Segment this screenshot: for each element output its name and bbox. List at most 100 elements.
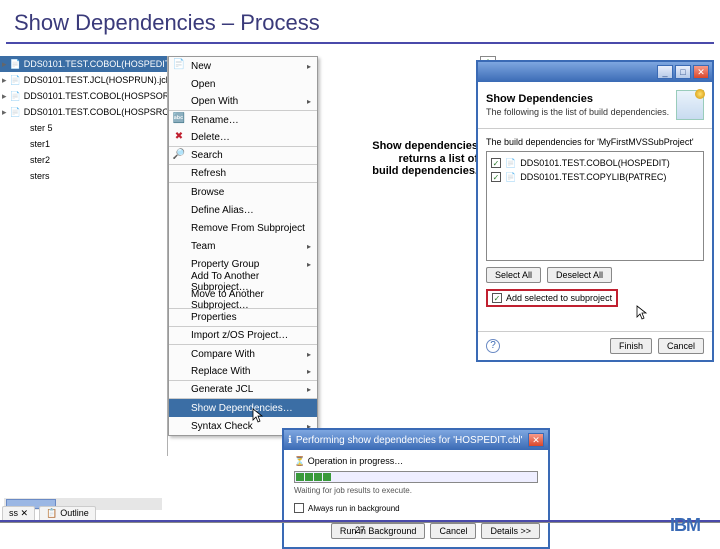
- help-button[interactable]: ?: [486, 339, 500, 353]
- menu-item-label: Team: [191, 241, 215, 252]
- navigator-item[interactable]: ▸📄DDS0101.TEST.COBOL(HOSPSRCH).cbl: [0, 104, 167, 120]
- dependency-item[interactable]: ✓ 📄 DDS0101.TEST.COPYLIB(PATREC): [491, 170, 699, 184]
- file-icon: 📄: [505, 172, 516, 183]
- menu-item[interactable]: 🔎Search: [169, 147, 317, 165]
- menu-item-label: Import z/OS Project…: [191, 330, 288, 341]
- page-number: 27: [355, 525, 365, 535]
- dependency-label: DDS0101.TEST.COPYLIB(PATREC): [520, 172, 666, 182]
- dialog-body-text: The build dependencies for 'MyFirstMVSSu…: [486, 137, 704, 147]
- dependency-checkbox[interactable]: ✓: [491, 158, 501, 168]
- menu-item[interactable]: Generate JCL▸: [169, 381, 317, 399]
- view-tab[interactable]: 📋Outline: [39, 506, 96, 521]
- tab-icon: 📋: [46, 508, 57, 519]
- dependency-checkbox[interactable]: ✓: [491, 172, 501, 182]
- menu-item[interactable]: Open With▸: [169, 93, 317, 111]
- progress-title: Performing show dependencies for 'HOSPED…: [296, 435, 524, 446]
- add-selected-label: Add selected to subproject: [506, 293, 612, 303]
- file-icon: [15, 122, 27, 134]
- navigator-item[interactable]: ster1: [0, 136, 167, 152]
- slide-title: Show Dependencies – Process: [0, 0, 720, 42]
- cursor-icon: [252, 408, 264, 424]
- show-dependencies-dialog: _ □ ✕ Show Dependencies The following is…: [476, 60, 714, 362]
- cancel-button[interactable]: Cancel: [658, 338, 704, 354]
- submenu-arrow-icon: ▸: [307, 367, 311, 376]
- progress-titlebar: ℹ Performing show dependencies for 'HOSP…: [284, 430, 548, 450]
- navigator-item[interactable]: ▸📄DDS0101.TEST.COBOL(HOSPEDIT).cbl: [0, 56, 167, 72]
- file-icon: 📄: [10, 106, 21, 118]
- add-selected-checkbox[interactable]: ✓: [492, 293, 502, 303]
- info-icon: ℹ: [288, 435, 292, 446]
- menu-item[interactable]: Open: [169, 75, 317, 93]
- navigator-item[interactable]: sters: [0, 168, 167, 184]
- dependency-label: DDS0101.TEST.COBOL(HOSPEDIT): [520, 158, 670, 168]
- submenu-arrow-icon: ▸: [307, 242, 311, 251]
- navigator-item-label: DDS0101.TEST.COBOL(HOSPSORT).cbl: [24, 91, 167, 101]
- menu-item-label: Search: [191, 150, 223, 161]
- file-icon: [15, 138, 27, 150]
- menu-item[interactable]: Import z/OS Project…: [169, 327, 317, 345]
- expand-icon[interactable]: ▸: [2, 107, 7, 118]
- always-background-checkbox[interactable]: [294, 503, 304, 513]
- menu-item-label: Compare With: [191, 349, 255, 360]
- menu-item[interactable]: Replace With ▸: [169, 363, 317, 381]
- annotation-line: Show dependencies: [336, 140, 478, 153]
- menu-item-icon: 🔤: [172, 113, 186, 127]
- always-background-option[interactable]: Always run in background: [294, 503, 538, 513]
- menu-item[interactable]: 📄New▸: [169, 57, 317, 75]
- select-button-row: Select All Deselect All: [486, 267, 704, 283]
- context-menu: 📄New▸OpenOpen With▸🔤Rename…✖Delete…🔎Sear…: [168, 56, 318, 436]
- dialog-title: Show Dependencies: [486, 93, 669, 105]
- submenu-arrow-icon: ▸: [307, 260, 311, 269]
- menu-item-label: Remove From Subproject: [191, 223, 305, 234]
- file-icon: 📄: [10, 90, 21, 102]
- progress-segment: [296, 473, 304, 481]
- menu-item-label: Replace With: [191, 366, 250, 377]
- navigator-item[interactable]: ▸📄DDS0101.TEST.JCL(HOSPRUN).jcl: [0, 72, 167, 88]
- annotation-line: build dependencies.: [336, 165, 478, 178]
- menu-item-label: Properties: [191, 312, 237, 323]
- menu-item[interactable]: 🔤Rename…: [169, 111, 317, 129]
- close-button[interactable]: ✕: [693, 65, 709, 79]
- menu-item[interactable]: Team ▸: [169, 237, 317, 255]
- menu-item[interactable]: ✖Delete…: [169, 129, 317, 147]
- progress-body: ⏳ Operation in progress… Waiting for job…: [284, 450, 548, 519]
- menu-item-label: Define Alias…: [191, 205, 254, 216]
- select-all-button[interactable]: Select All: [486, 267, 541, 283]
- menu-item[interactable]: Define Alias…: [169, 201, 317, 219]
- submenu-arrow-icon: ▸: [307, 97, 311, 106]
- menu-item[interactable]: Move to Another Subproject…: [169, 291, 317, 309]
- expand-icon[interactable]: ▸: [2, 91, 7, 102]
- menu-item[interactable]: Properties: [169, 309, 317, 327]
- tab-label: Outline: [60, 508, 89, 518]
- dependency-item[interactable]: ✓ 📄 DDS0101.TEST.COBOL(HOSPEDIT): [491, 156, 699, 170]
- menu-item-label: Delete…: [191, 132, 230, 143]
- menu-item[interactable]: Refresh: [169, 165, 317, 183]
- expand-icon[interactable]: ▸: [2, 75, 7, 86]
- navigator-item-label: DDS0101.TEST.COBOL(HOSPEDIT).cbl: [24, 59, 167, 69]
- menu-item[interactable]: Remove From Subproject: [169, 219, 317, 237]
- deselect-all-button[interactable]: Deselect All: [547, 267, 612, 283]
- expand-icon[interactable]: ▸: [2, 59, 7, 70]
- dependencies-list[interactable]: ✓ 📄 DDS0101.TEST.COBOL(HOSPEDIT) ✓ 📄 DDS0101.…: [486, 151, 704, 261]
- menu-item[interactable]: Browse: [169, 183, 317, 201]
- file-icon: 📄: [505, 158, 516, 169]
- dialog-body: The build dependencies for 'MyFirstMVSSu…: [478, 129, 712, 331]
- navigator-item[interactable]: ster 5: [0, 120, 167, 136]
- menu-item[interactable]: Show Dependencies…: [169, 399, 317, 417]
- maximize-button[interactable]: □: [675, 65, 691, 79]
- menu-item-label: Browse: [191, 187, 224, 198]
- dependencies-icon: [676, 90, 704, 120]
- view-tab[interactable]: ss ✕: [2, 506, 35, 521]
- navigator-item-label: ster2: [30, 155, 50, 165]
- navigator-item[interactable]: ster2: [0, 152, 167, 168]
- cursor-icon: [636, 305, 648, 321]
- navigator-item-label: DDS0101.TEST.JCL(HOSPRUN).jcl: [24, 75, 167, 85]
- file-icon: [15, 170, 27, 182]
- menu-item[interactable]: Compare With▸: [169, 345, 317, 363]
- progress-close-button[interactable]: ✕: [528, 433, 544, 447]
- add-to-subproject-option[interactable]: ✓ Add selected to subproject: [486, 289, 618, 307]
- finish-button[interactable]: Finish: [610, 338, 652, 354]
- minimize-button[interactable]: _: [657, 65, 673, 79]
- navigator-item[interactable]: ▸📄DDS0101.TEST.COBOL(HOSPSORT).cbl: [0, 88, 167, 104]
- dialog-header: Show Dependencies The following is the l…: [478, 82, 712, 129]
